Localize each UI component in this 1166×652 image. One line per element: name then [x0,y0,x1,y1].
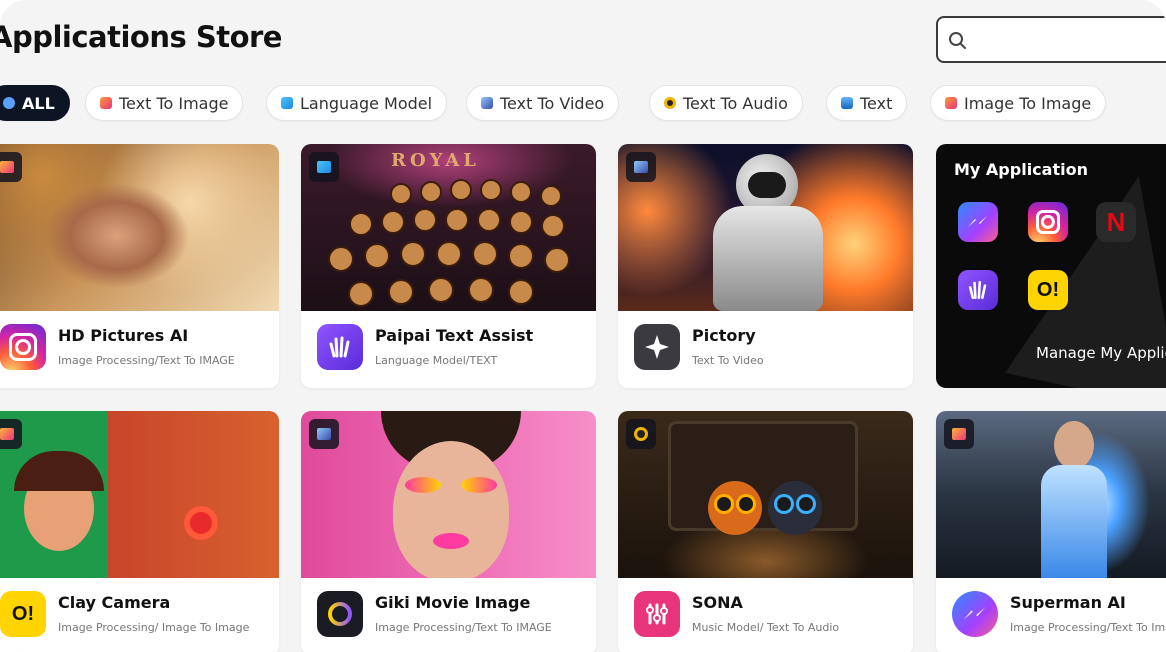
app-name: Superman AI [1010,593,1126,612]
text-to-video-badge-icon [309,419,339,449]
clay-flower [184,506,218,540]
clay-hair [14,451,104,491]
filter-chip-language-model[interactable]: Language Model [266,85,448,121]
app-card-sona[interactable]: SONA Music Model/ Text To Audio [618,411,913,652]
all-dot-icon [3,97,15,109]
right-eye-makeup [461,477,497,493]
app-name: Giki Movie Image [375,593,531,612]
manage-applications-link[interactable]: Manage My Applications [1036,344,1166,362]
oi-icon: O! [0,591,46,637]
oi-icon[interactable]: O! [1028,270,1068,310]
messenger-icon [952,591,998,637]
astronaut-suit [713,206,823,311]
robot-blue [768,481,822,535]
app-card-giki-movie-image[interactable]: Giki Movie Image Image Processing/Text T… [301,411,596,652]
filter-chip-text-to-audio[interactable]: Text To Audio [649,85,803,121]
app-card-clay-camera[interactable]: O! Clay Camera Image Processing/ Image T… [0,411,279,652]
wave-hand-icon[interactable] [958,270,998,310]
equalizer-icon [634,591,680,637]
filter-chip-all[interactable]: ALL [0,85,70,121]
text-to-audio-badge-icon [626,419,656,449]
app-artwork-astronaut [618,144,913,311]
orbit-icon [317,591,363,637]
hero-body [1041,465,1107,578]
instagram-style-icon [0,324,46,370]
app-category: Image Processing/Text To IMAGE [58,354,235,367]
app-card-hd-pictures-ai[interactable]: HD Pictures AI Image Processing/Text To … [0,144,279,388]
app-category: Image Processing/Text To IMAGE [375,621,552,634]
search-input[interactable] [936,16,1166,63]
app-name: Clay Camera [58,593,171,612]
app-category: Language Model/TEXT [375,354,498,367]
sparkle-icon [634,324,680,370]
video-emoji-icon [481,97,493,109]
app-artwork-makeup-face [301,411,596,578]
text-emoji-icon [841,97,853,109]
app-artwork-typewriter: ROYAL [301,144,596,311]
search-icon [949,32,966,49]
my-application-panel[interactable]: My Application N O! Manage My Applicatio… [936,144,1166,388]
audio-emoji-icon [664,97,676,109]
app-category: Image Processing/ Image To Image [58,621,250,634]
app-card-pictory[interactable]: Pictory Text To Video [618,144,913,388]
filter-chip-text-to-video[interactable]: Text To Video [466,85,620,121]
app-artwork-clay-woman [0,411,279,578]
robot-orange [708,481,762,535]
app-name: HD Pictures AI [58,326,189,345]
app-category: Image Processing/Text To Image [1010,621,1166,634]
app-artwork-robots [618,411,913,578]
app-name: Paipai Text Assist [375,326,534,345]
app-card-paipai-text-assist[interactable]: ROYAL Paipai Text Assist Language Model/… [301,144,596,388]
app-category: Music Model/ Text To Audio [692,621,840,634]
text-to-video-badge-icon [626,152,656,182]
hero-face [1054,421,1094,469]
app-name: Pictory [692,326,756,345]
left-eye-makeup [405,477,441,493]
image-emoji-icon [945,97,957,109]
typewriter-keys-graphic [328,179,570,307]
my-application-title: My Application [954,160,1088,179]
netflix-icon[interactable]: N [1096,202,1136,242]
app-card-superman-ai[interactable]: Superman AI Image Processing/Text To Ima… [936,411,1166,652]
page-title: Applications Store [0,20,282,54]
language-model-badge-icon [309,152,339,182]
face-shape [393,441,509,578]
app-category: Text To Video [692,354,764,367]
app-name: SONA [692,593,743,612]
filter-chip-image-to-image[interactable]: Image To Image [930,85,1107,121]
laptop-screen [668,421,858,531]
language-emoji-icon [281,97,293,109]
filter-chip-text[interactable]: Text [826,85,908,121]
app-window: Applications Store ALL Text To Image Lan… [0,0,1166,652]
image-to-image-badge-icon [0,419,22,449]
messenger-icon[interactable] [958,202,998,242]
wave-hand-icon [317,324,363,370]
filter-chip-text-to-image[interactable]: Text To Image [85,85,244,121]
app-artwork-portrait [0,144,279,311]
text-to-image-badge-icon [0,152,22,182]
image-to-image-badge-icon [944,419,974,449]
lips [433,533,469,549]
instagram-icon[interactable] [1028,202,1068,242]
image-emoji-icon [100,97,112,109]
